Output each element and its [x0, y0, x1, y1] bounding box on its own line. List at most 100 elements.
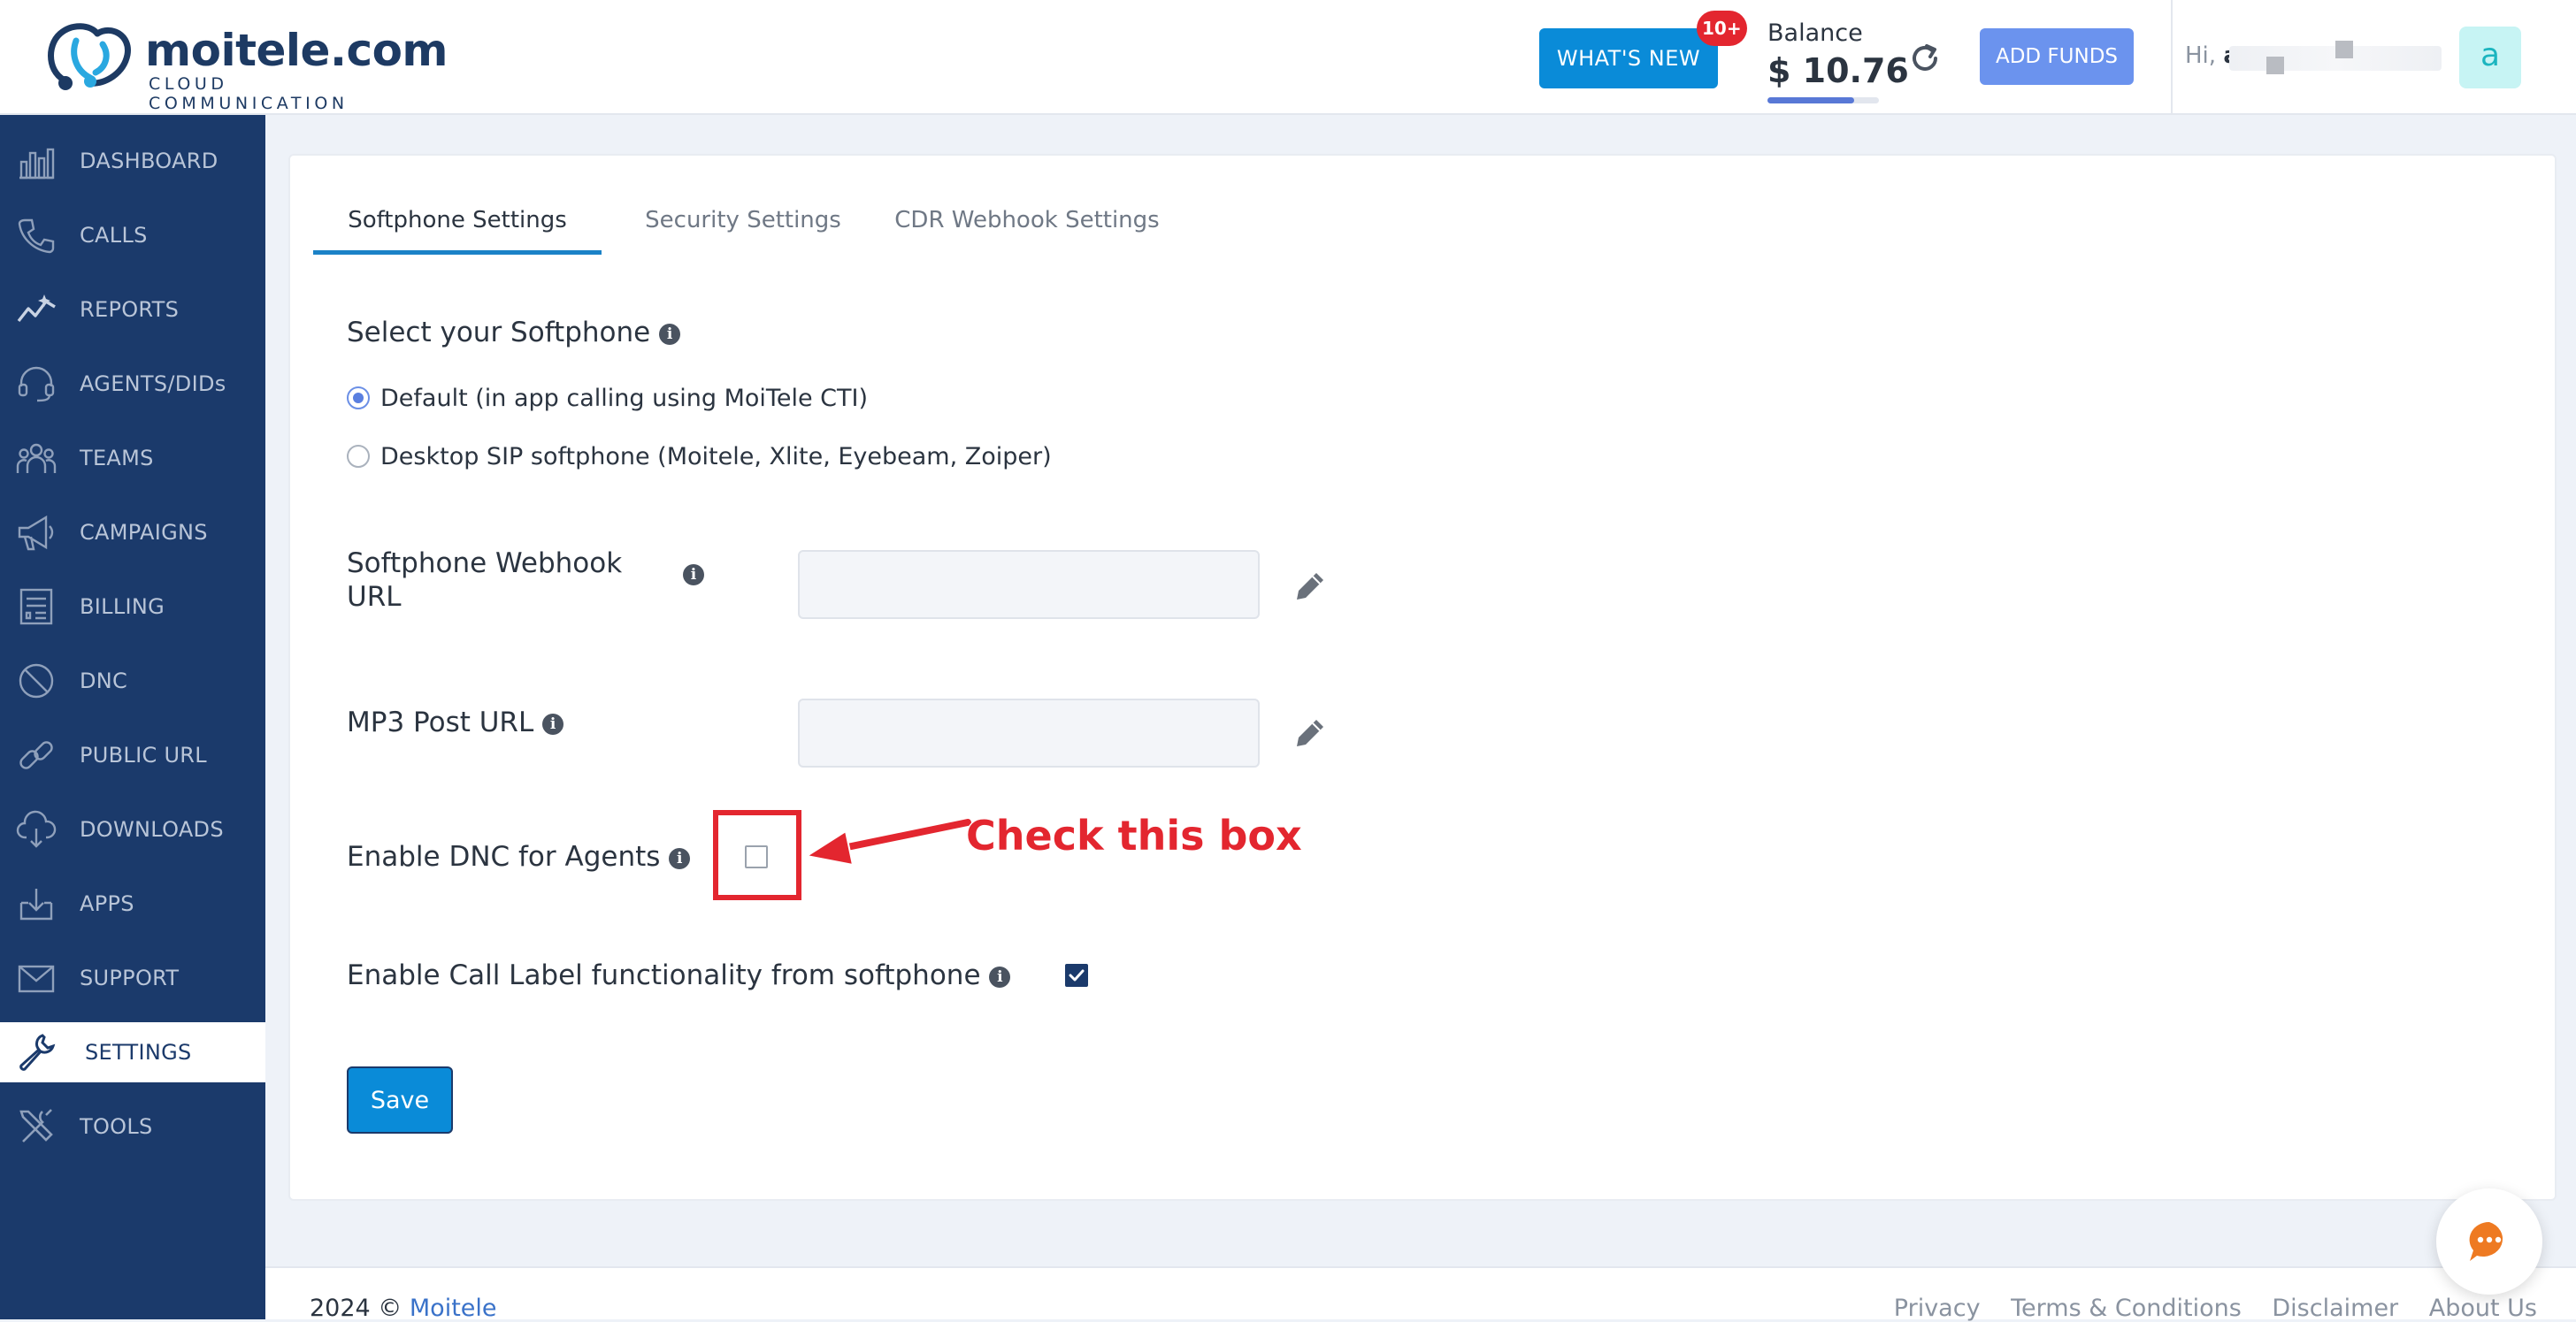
team-icon — [16, 443, 57, 473]
enable-dnc-label-text: Enable DNC for Agents — [347, 841, 661, 873]
checkmark-icon — [1069, 969, 1085, 982]
settings-tabs: Softphone Settings Security Settings CDR… — [313, 191, 1552, 255]
sidebar-item-agents[interactable]: AGENTS/DIDs — [0, 354, 265, 414]
add-funds-button[interactable]: ADD FUNDS — [1980, 28, 2134, 85]
webhook-url-label-line1: Softphone Webhook — [347, 547, 623, 579]
megaphone-icon — [18, 515, 54, 551]
webhook-url-label-line2: URL — [347, 581, 402, 613]
sidebar-item-label: BILLING — [80, 594, 165, 619]
tab-security-settings[interactable]: Security Settings — [637, 191, 849, 255]
redacted-block — [2266, 57, 2284, 74]
redacted-block — [2335, 41, 2353, 58]
balance-bar — [1767, 97, 1879, 103]
sidebar-item-label: TEAMS — [80, 446, 154, 470]
radio-option-default[interactable]: Default (in app calling using MoiTele CT… — [347, 380, 868, 416]
sidebar-item-dnc[interactable]: DNC — [0, 651, 265, 711]
header-divider — [2171, 0, 2173, 115]
enable-dnc-label: Enable DNC for Agents i — [347, 840, 691, 874]
settings-card: Softphone Settings Security Settings CDR… — [288, 154, 2557, 1201]
annotation-highlight-box — [713, 810, 801, 900]
mp3-post-url-input[interactable] — [798, 699, 1260, 768]
balance-bar-fill — [1767, 97, 1855, 103]
chat-bubble-icon — [2469, 1221, 2503, 1261]
radio-button-default[interactable] — [347, 386, 370, 409]
sidebar-item-apps[interactable]: APPS — [0, 874, 265, 934]
notification-badge: 10+ — [1697, 11, 1747, 46]
footer: 2024 © Moitele Privacy Terms & Condition… — [265, 1266, 2576, 1322]
footer-link-privacy[interactable]: Privacy — [1894, 1295, 1981, 1322]
sidebar-item-calls[interactable]: CALLS — [0, 205, 265, 265]
enable-call-label-checkbox[interactable] — [1065, 964, 1088, 987]
sidebar-item-label: DOWNLOADS — [80, 817, 224, 842]
avatar[interactable]: a — [2459, 27, 2521, 88]
mp3-post-url-label: MP3 Post URL i — [347, 706, 564, 739]
footer-link-terms[interactable]: Terms & Conditions — [2011, 1295, 2242, 1322]
sidebar-item-campaigns[interactable]: CAMPAIGNS — [0, 502, 265, 562]
headset-icon — [18, 366, 55, 402]
sidebar-item-label: APPS — [80, 891, 134, 916]
sidebar-item-label: DASHBOARD — [80, 149, 218, 173]
sidebar-item-downloads[interactable]: DOWNLOADS — [0, 799, 265, 860]
sidebar-item-label: CALLS — [80, 223, 148, 248]
refresh-icon[interactable] — [1905, 39, 1944, 78]
radio-option-desktop-sip[interactable]: Desktop SIP softphone (Moitele, Xlite, E… — [347, 439, 1052, 474]
mail-icon — [18, 965, 55, 993]
download-tray-icon — [19, 889, 53, 921]
sidebar-item-label: PUBLIC URL — [80, 743, 207, 768]
phone-icon — [18, 218, 55, 254]
pencil-icon[interactable] — [1290, 566, 1330, 607]
invoice-icon — [19, 588, 53, 625]
logo-mark-icon — [48, 23, 131, 90]
footer-link-about-us[interactable]: About Us — [2429, 1295, 2537, 1322]
footer-link-disclaimer[interactable]: Disclaimer — [2272, 1295, 2398, 1322]
annotation-text: Check this box — [966, 812, 1302, 860]
greeting-prefix: Hi, — [2185, 42, 2217, 69]
sidebar-item-settings[interactable]: SETTINGS — [0, 1022, 265, 1082]
mp3-post-url-label-text: MP3 Post URL — [347, 707, 534, 738]
annotation-arrow-icon — [804, 816, 971, 867]
brand-name: moitele.com — [145, 25, 448, 76]
tools-icon — [19, 1109, 53, 1142]
sidebar-item-support[interactable]: SUPPORT — [0, 948, 265, 1008]
pencil-icon[interactable] — [1290, 713, 1330, 753]
cloud-download-icon — [16, 810, 57, 848]
enable-call-label-text: Enable Call Label functionality from sof… — [347, 959, 981, 991]
sidebar-item-reports[interactable]: REPORTS — [0, 279, 265, 340]
balance-amount: $ 10.76 — [1767, 51, 1909, 90]
webhook-url-input[interactable] — [798, 550, 1260, 619]
info-icon[interactable]: i — [683, 564, 704, 585]
sidebar-item-label: DNC — [80, 669, 128, 693]
save-button[interactable]: Save — [347, 1066, 453, 1134]
sidebar: DASHBOARD CALLS REPORTS AGENTS/DIDs TEAM… — [0, 115, 265, 1319]
sidebar-item-tools[interactable]: TOOLS — [0, 1097, 265, 1157]
brand-logo[interactable]: moitele.com CLOUD COMMUNICATION — [41, 19, 448, 113]
sidebar-item-label: CAMPAIGNS — [80, 520, 208, 545]
block-icon — [19, 663, 54, 699]
sidebar-item-label: TOOLS — [80, 1114, 153, 1139]
softphone-section-title: Select your Softphone i — [347, 317, 681, 348]
sidebar-item-label: REPORTS — [80, 297, 180, 322]
info-icon[interactable]: i — [659, 323, 681, 345]
sidebar-item-billing[interactable]: BILLING — [0, 577, 265, 637]
wrench-icon — [19, 1034, 56, 1071]
radio-button-desktop-sip[interactable] — [347, 445, 370, 468]
enable-call-label-label: Enable Call Label functionality from sof… — [347, 959, 1011, 992]
link-icon — [19, 741, 53, 769]
sidebar-item-public-url[interactable]: PUBLIC URL — [0, 725, 265, 785]
footer-brand-link[interactable]: Moitele — [410, 1295, 497, 1322]
info-icon[interactable]: i — [989, 966, 1011, 988]
sidebar-item-dashboard[interactable]: DASHBOARD — [0, 131, 265, 191]
balance-label: Balance — [1767, 19, 1863, 47]
info-icon[interactable]: i — [669, 847, 691, 869]
sidebar-item-label: AGENTS/DIDs — [80, 371, 226, 396]
reports-icon — [17, 294, 56, 323]
whats-new-button[interactable]: WHAT'S NEW — [1539, 28, 1718, 88]
tab-cdr-webhook-settings[interactable]: CDR Webhook Settings — [886, 191, 1168, 255]
sidebar-item-teams[interactable]: TEAMS — [0, 428, 265, 488]
info-icon[interactable]: i — [542, 713, 564, 735]
chat-widget-button[interactable] — [2436, 1188, 2542, 1295]
section-title-text: Select your Softphone — [347, 317, 651, 348]
sidebar-item-label: SETTINGS — [85, 1040, 192, 1065]
copyright-text: 2024 © — [310, 1295, 402, 1322]
tab-softphone-settings[interactable]: Softphone Settings — [313, 191, 602, 255]
